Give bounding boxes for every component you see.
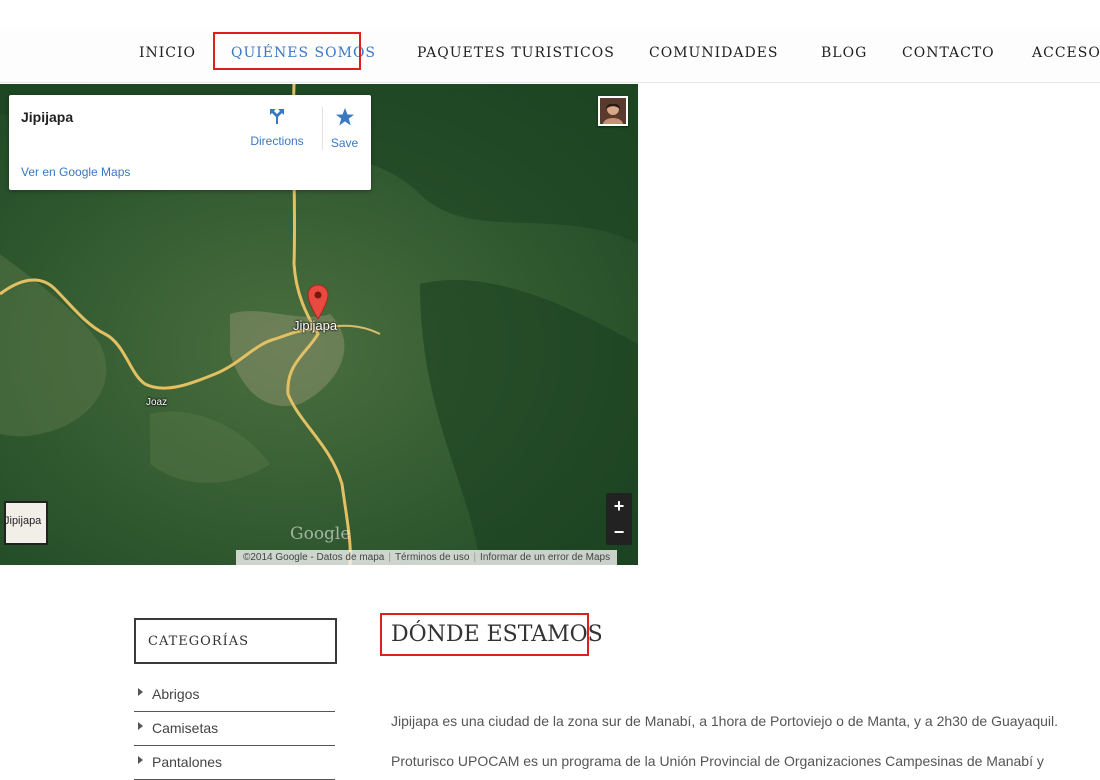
caret-right-icon [138, 688, 143, 696]
intro-paragraph: Jipijapa es una ciudad de la zona sur de… [391, 713, 1059, 729]
zoom-in-button[interactable]: + [606, 493, 632, 519]
categories-heading: CATEGORÍAS [148, 634, 250, 649]
page-title-box: DÓNDE ESTAMOS [380, 613, 603, 656]
caret-right-icon [138, 756, 143, 764]
map-town-label: Joaz [146, 397, 168, 408]
category-label: Camisetas [152, 720, 219, 736]
directions-icon [270, 109, 284, 124]
zoom-out-button[interactable]: − [606, 519, 632, 545]
nav-item-inicio[interactable]: INICIO [139, 45, 196, 61]
embedded-map[interactable]: Jipijapa Joaz Jipijapa Directions Save V… [0, 84, 638, 565]
minimap-label: Jipijapa [4, 515, 42, 527]
star-icon [335, 108, 354, 126]
nav-item-blog[interactable]: BLOG [821, 45, 867, 61]
zoom-controls: + − [606, 493, 632, 545]
category-label: Abrigos [152, 686, 200, 702]
user-photo [600, 98, 626, 124]
top-navigation-bar: INICIO QUIÉNES SOMOS PAQUETES TURISTICOS… [0, 27, 1100, 83]
report-map-error-link[interactable]: Informar de un error de Maps [477, 552, 613, 563]
program-paragraph: Proturisco UPOCAM es un programa de la U… [391, 753, 1044, 769]
map-attribution: ©2014 Google - Datos de mapa | Términos de… [236, 550, 618, 565]
nav-item-contacto[interactable]: CONTACTO [902, 45, 995, 61]
nav-item-paquetes-turisticos[interactable]: PAQUETES TURISTICOS [417, 45, 615, 61]
save-label: Save [330, 136, 359, 150]
avatar[interactable] [598, 96, 628, 126]
minimap-toggle[interactable]: Jipijapa [4, 501, 48, 545]
view-in-google-maps-link[interactable]: Ver en Google Maps [21, 165, 130, 179]
map-city-label: Jipijapa [293, 318, 338, 333]
map-data-attribution: ©2014 Google - Datos de mapa [243, 552, 385, 563]
page-title: DÓNDE ESTAMOS [391, 622, 603, 647]
category-label: Pantalones [152, 754, 223, 770]
map-pin-icon[interactable] [307, 284, 329, 320]
caret-right-icon [138, 722, 143, 730]
category-item-pantalones[interactable]: Pantalones [134, 746, 335, 780]
terms-of-use-link[interactable]: Términos de uso [392, 552, 472, 563]
nav-item-acceso[interactable]: ACCESO [1032, 45, 1100, 61]
directions-label: Directions [250, 134, 304, 148]
category-item-abrigos[interactable]: Abrigos [134, 678, 335, 712]
main-nav: INICIO QUIÉNES SOMOS PAQUETES TURISTICOS… [0, 27, 1100, 83]
google-logo: Google [290, 524, 351, 544]
nav-item-comunidades[interactable]: COMUNIDADES [649, 45, 778, 61]
place-info-card: Jipijapa Directions Save Ver en Google M… [9, 95, 371, 190]
directions-button[interactable]: Directions [244, 107, 310, 148]
categories-list: Abrigos Camisetas Pantalones [134, 678, 335, 780]
highlight-box-quienes-somos [213, 32, 361, 70]
place-name: Jipijapa [21, 109, 74, 125]
save-button[interactable]: Save [322, 107, 366, 150]
category-item-camisetas[interactable]: Camisetas [134, 712, 335, 746]
categories-heading-box: CATEGORÍAS [134, 618, 337, 664]
